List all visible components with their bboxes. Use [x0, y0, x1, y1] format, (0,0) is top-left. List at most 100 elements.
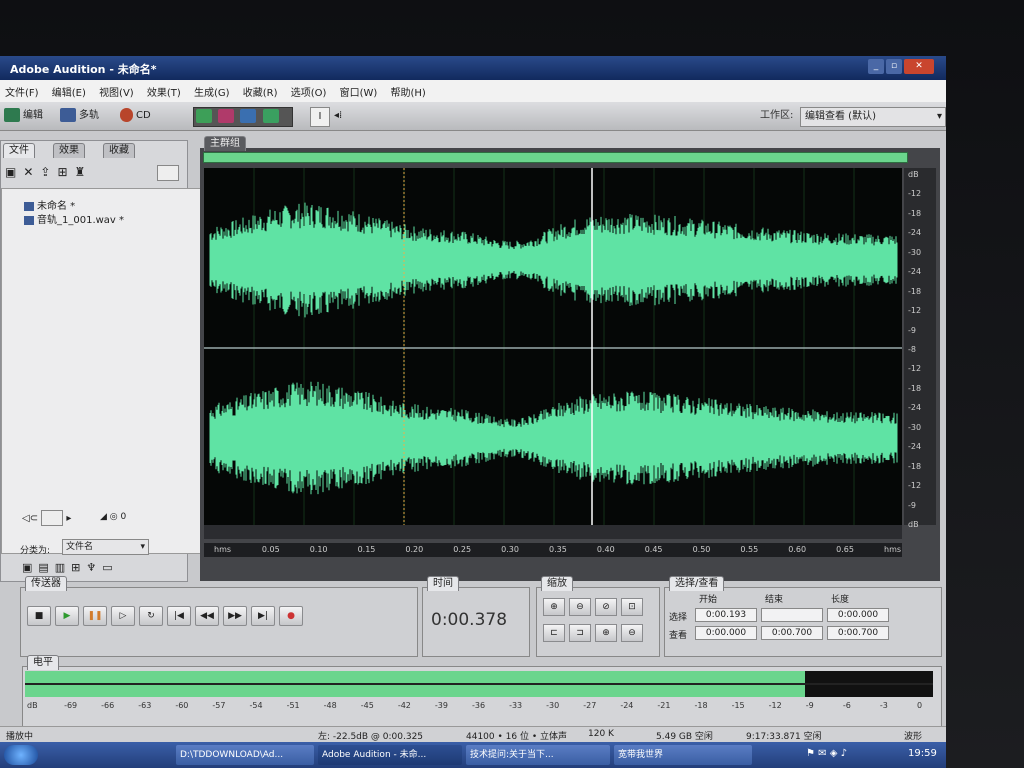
file-transport-icons[interactable]: ◁⊂ ▸ [22, 510, 71, 526]
zoom-out-vertical-icon[interactable]: ⊖ [621, 624, 643, 642]
taskbar-item-folder[interactable]: D:\TDDOWNLOAD\Ad... [176, 745, 314, 765]
tab-time[interactable]: 时间 [427, 576, 459, 591]
tab-selection-view[interactable]: 选择/查看 [669, 576, 725, 591]
db-tick-label: -30 [908, 247, 922, 257]
level-tick-label: -66 [101, 701, 115, 710]
transport-panel: 传送器 ■ ▶ ❚❚ ▷ ↻ |◀ ◀◀ ▶▶ ▶| ● [20, 576, 418, 657]
loop-button[interactable]: ↻ [139, 606, 163, 626]
zoom-selection-icon[interactable]: ⊡ [621, 598, 643, 616]
cd-label: CD [136, 110, 151, 121]
close-button[interactable]: ✕ [904, 59, 934, 74]
maximize-button[interactable]: ▫ [886, 59, 902, 74]
minimize-button[interactable]: _ [868, 59, 884, 74]
db-tick-label: -12 [908, 306, 922, 316]
stop-button[interactable]: ■ [27, 606, 51, 626]
time-tick-label: 0.45 [644, 545, 663, 554]
pause-button[interactable]: ❚❚ [83, 606, 107, 626]
file-tool-icons[interactable]: ▣✕⇪⊞♜ [5, 165, 92, 179]
db-tick-label: -9 [908, 325, 916, 335]
tab-main-group[interactable]: 主群组 [204, 136, 246, 151]
db-tick-label: dB [908, 170, 919, 179]
level-tick-label: -69 [64, 701, 78, 710]
menu-options[interactable]: 选项(O) [286, 80, 332, 103]
time-tick-label: 0.40 [596, 545, 615, 554]
menu-edit[interactable]: 编辑(E) [47, 80, 91, 103]
sort-select[interactable]: 文件名 ▾ [62, 539, 149, 555]
waveform-view-icon[interactable] [196, 109, 212, 123]
zoom-in-vertical-icon[interactable]: ⊕ [595, 624, 617, 642]
multitrack-view-button[interactable]: 多轨 [60, 107, 99, 125]
level-tick-label: dB [27, 701, 38, 710]
zoom-right-edge-icon[interactable]: ⊐ [569, 624, 591, 642]
menu-view[interactable]: 视图(V) [94, 80, 139, 103]
time-tick-label: 0.55 [740, 545, 759, 554]
view-end-field[interactable]: 0:00.700 [761, 626, 823, 640]
list-item[interactable]: 未命名 * [24, 197, 75, 212]
overview-bar[interactable] [203, 152, 908, 163]
menu-favorites[interactable]: 收藏(R) [238, 80, 283, 103]
file-filter-icon[interactable] [157, 165, 179, 181]
scrub-tool-icon[interactable]: ◂⁞ [334, 107, 342, 125]
fast-forward-button[interactable]: ▶▶ [223, 606, 247, 626]
tab-effects[interactable]: 效果 [53, 143, 85, 158]
waveform-svg [204, 168, 902, 525]
windows-taskbar: D:\TDDOWNLOAD\Ad... Adobe Audition - 未命.… [0, 742, 946, 768]
pan-view-icon[interactable] [240, 109, 257, 123]
db-tick-label: -9 [908, 500, 916, 510]
edit-view-button[interactable]: 编辑 [4, 107, 43, 125]
zoom-out-horizontal-icon[interactable]: ⊖ [569, 598, 591, 616]
menu-effects[interactable]: 效果(T) [142, 80, 186, 103]
multitrack-label: 多轨 [79, 110, 99, 121]
title-bar: Adobe Audition - 未命名* _ ▫ ✕ [0, 56, 946, 80]
menu-file[interactable]: 文件(F) [0, 80, 44, 103]
db-tick-label: -24 [908, 403, 922, 413]
go-to-start-button[interactable]: |◀ [167, 606, 191, 626]
selection-length-field[interactable]: 0:00.000 [827, 608, 889, 622]
time-selection-tool[interactable]: I [310, 107, 330, 127]
zoom-in-horizontal-icon[interactable]: ⊕ [543, 598, 565, 616]
taskbar-item-broadband[interactable]: 宽带我世界 [614, 745, 752, 765]
level-tick-label: -21 [657, 701, 671, 710]
horizontal-scrollbar[interactable] [204, 525, 902, 539]
menu-help[interactable]: 帮助(H) [385, 80, 430, 103]
selection-begin-field[interactable]: 0:00.193 [695, 608, 757, 622]
zoom-left-edge-icon[interactable]: ⊏ [543, 624, 565, 642]
time-tick-label: hms [214, 545, 232, 554]
record-button[interactable]: ● [279, 606, 303, 626]
selection-end-field[interactable] [761, 608, 823, 622]
cd-icon [120, 108, 133, 122]
tab-zoom[interactable]: 缩放 [541, 576, 573, 591]
workspace-select[interactable]: 编辑查看 (默认) ▾ [800, 107, 946, 127]
menu-window[interactable]: 窗口(W) [335, 80, 383, 103]
zoom-out-full-icon[interactable]: ⊘ [595, 598, 617, 616]
spectral-view-icon[interactable] [218, 109, 235, 123]
play-to-end-button[interactable]: ▷ [111, 606, 135, 626]
view-begin-field[interactable]: 0:00.000 [695, 626, 757, 640]
start-button[interactable] [4, 745, 38, 765]
tab-favorites[interactable]: 收藏 [103, 143, 135, 158]
level-tick-label: -39 [434, 701, 448, 710]
rewind-button[interactable]: ◀◀ [195, 606, 219, 626]
waveform-display[interactable] [204, 168, 902, 525]
system-tray-icons[interactable]: ⚑ ✉ ◈ ♪ [806, 748, 847, 759]
phase-view-icon[interactable] [262, 109, 279, 123]
taskbar-item-browser[interactable]: 技术提问:关于当下... [466, 745, 610, 765]
tab-files[interactable]: 文件 [3, 143, 35, 158]
time-tick-label: 0.65 [836, 545, 854, 554]
file-panel-bottom-icons[interactable]: ▣▤▥⊞♆▭ [22, 561, 119, 574]
time-tick-label: 0.30 [501, 545, 519, 554]
play-button[interactable]: ▶ [55, 606, 79, 626]
workspace-value: 编辑查看 (默认) [805, 111, 876, 122]
volume-control[interactable]: ◢ ◎ 0 [100, 512, 126, 522]
go-to-end-button[interactable]: ▶| [251, 606, 275, 626]
end-column-header: 结束 [765, 595, 784, 605]
cd-view-button[interactable]: CD [120, 107, 151, 125]
list-item[interactable]: 音轨_1_001.wav * [24, 211, 124, 226]
taskbar-item-audition[interactable]: Adobe Audition - 未命... [318, 745, 462, 765]
view-length-field[interactable]: 0:00.700 [827, 626, 889, 640]
time-tick-label: 0.35 [549, 545, 567, 554]
time-tick-label: hms [884, 545, 902, 554]
tab-transport[interactable]: 传送器 [25, 576, 67, 591]
menu-generate[interactable]: 生成(G) [189, 80, 235, 103]
tab-level[interactable]: 电平 [27, 655, 59, 670]
